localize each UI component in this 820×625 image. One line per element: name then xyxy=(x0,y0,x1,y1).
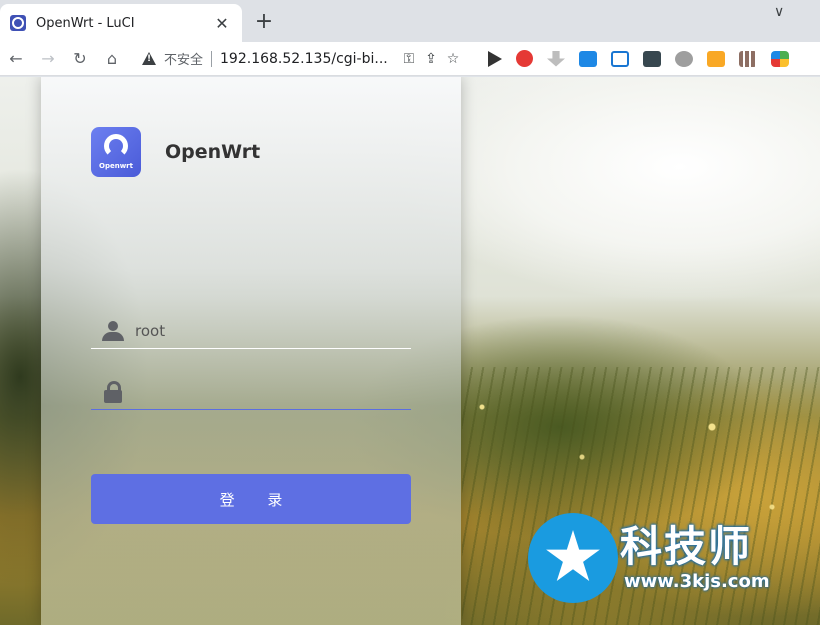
brand-name: OpenWrt xyxy=(165,141,261,163)
watermark-url: www.3kjs.com xyxy=(624,571,770,592)
page-background: Openwrt OpenWrt 登 录 科技师 www.3kjs.com xyxy=(0,77,820,625)
openwrt-ring-icon xyxy=(104,134,128,158)
forward-button[interactable]: → xyxy=(32,45,64,73)
password-field[interactable] xyxy=(91,374,411,410)
gear-extension-icon[interactable] xyxy=(675,50,693,67)
dark-extension-icon[interactable] xyxy=(643,50,661,67)
lock-icon-wrapper xyxy=(91,380,135,403)
download-extension-icon[interactable] xyxy=(547,50,565,67)
security-label[interactable]: 不安全 xyxy=(164,49,203,68)
multicolor-extension-icon[interactable] xyxy=(771,50,789,67)
address-bar[interactable]: 不安全 192.168.52.135/cgi-bi... ⚿ ⇪ ☆ xyxy=(134,45,472,73)
openwrt-favicon-icon xyxy=(10,15,26,31)
tab-search-chevron-icon[interactable]: ∨ xyxy=(774,4,784,20)
browser-toolbar: ← → ↻ ⌂ 不安全 192.168.52.135/cgi-bi... ⚿ ⇪… xyxy=(0,42,820,76)
omnibox-divider xyxy=(211,50,213,67)
grid-extension-icon[interactable] xyxy=(739,50,757,67)
login-button[interactable]: 登 录 xyxy=(91,474,411,524)
openwrt-logo: Openwrt xyxy=(91,127,141,177)
login-panel: Openwrt OpenWrt 登 录 xyxy=(41,77,461,625)
watermark: 科技师 www.3kjs.com xyxy=(528,513,818,605)
yellow-extension-icon[interactable] xyxy=(707,50,725,67)
blue-extension-icon[interactable] xyxy=(579,50,597,67)
lock-icon xyxy=(104,380,122,403)
username-input[interactable] xyxy=(135,321,411,340)
play-extension-icon[interactable] xyxy=(488,50,502,67)
user-icon xyxy=(102,320,124,341)
key-icon[interactable]: ⚿ xyxy=(398,51,420,67)
url-text[interactable]: 192.168.52.135/cgi-bi... xyxy=(220,51,398,67)
tab-openwrt[interactable]: OpenWrt - LuCI ✕ xyxy=(0,4,242,42)
new-tab-button[interactable]: + xyxy=(252,11,276,33)
watermark-title: 科技师 xyxy=(620,522,753,571)
document-extension-icon[interactable] xyxy=(611,50,629,67)
logo-text: Openwrt xyxy=(99,162,133,170)
user-icon-wrapper xyxy=(91,320,135,341)
username-field[interactable] xyxy=(91,313,411,349)
adblock-plus-icon[interactable] xyxy=(516,50,533,67)
password-input[interactable] xyxy=(135,382,411,401)
tab-title: OpenWrt - LuCI xyxy=(36,15,135,31)
home-button[interactable]: ⌂ xyxy=(96,45,128,73)
browser-tab-strip: OpenWrt - LuCI ✕ + ∨ xyxy=(0,0,820,42)
watermark-star-icon xyxy=(528,513,618,603)
reload-button[interactable]: ↻ xyxy=(64,45,96,73)
share-icon[interactable]: ⇪ xyxy=(420,51,442,67)
close-tab-icon[interactable]: ✕ xyxy=(212,14,232,33)
warning-icon[interactable] xyxy=(142,52,156,65)
star-icon[interactable]: ☆ xyxy=(442,51,464,67)
back-button[interactable]: ← xyxy=(0,45,32,73)
